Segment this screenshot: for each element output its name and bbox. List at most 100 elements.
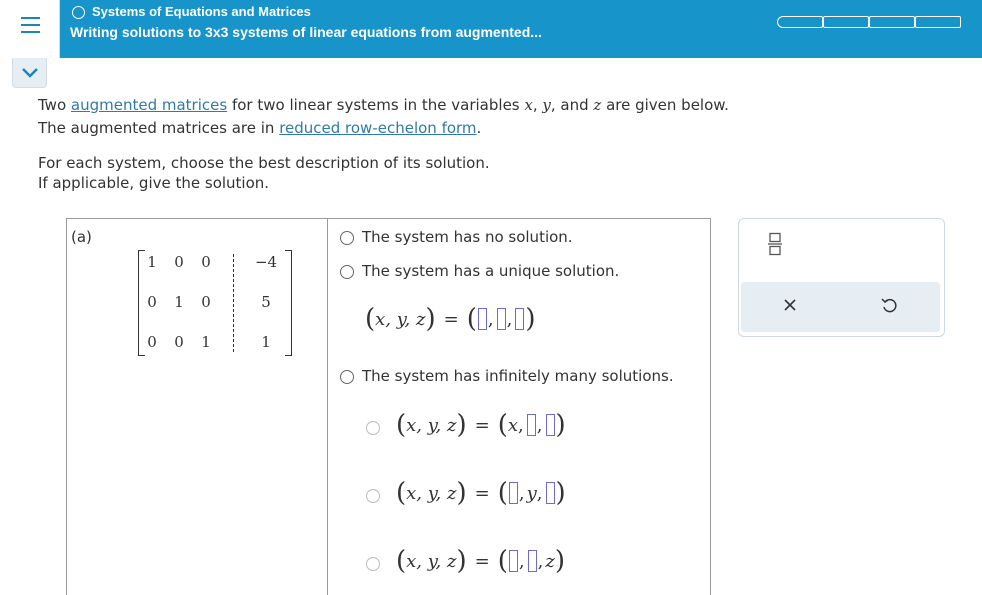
comma: ,: [536, 414, 543, 436]
menu-button[interactable]: [0, 0, 60, 58]
unique-x-input[interactable]: [477, 308, 487, 330]
radio-infinite-solutions[interactable]: [340, 370, 354, 384]
infinite-y-free-x-input[interactable]: [508, 482, 518, 504]
paren: (: [497, 478, 508, 508]
progress-segment: [869, 16, 915, 28]
paren: ): [456, 546, 467, 576]
text: Two: [38, 96, 71, 114]
infinite-x-free-z-input[interactable]: [545, 414, 555, 436]
problem-line-2: The augmented matrices are in reduced ro…: [38, 119, 481, 137]
matrix-cell: 0: [174, 253, 184, 271]
undo-icon[interactable]: [880, 296, 898, 318]
matrix-cell: 0: [174, 333, 184, 351]
paren: (: [396, 410, 407, 440]
topic-circle-icon: [72, 6, 85, 19]
equals: =: [474, 550, 490, 572]
unique-y-input[interactable]: [496, 308, 506, 330]
var-y: y: [542, 96, 551, 114]
var-x: x: [524, 96, 533, 114]
infinite-y-free-z-input[interactable]: [545, 482, 555, 504]
fraction-icon[interactable]: [768, 232, 782, 260]
matrix-cell: 1: [147, 253, 157, 271]
paren: (: [497, 546, 508, 576]
progress-bar: [777, 16, 961, 28]
radio-unique-solution[interactable]: [340, 265, 354, 279]
menu-icon: [21, 24, 40, 26]
augment-line: [233, 254, 234, 352]
part-label: (a): [71, 228, 92, 246]
unique-z-input[interactable]: [515, 308, 525, 330]
paren: ): [456, 478, 467, 508]
text: .: [476, 119, 482, 137]
text: ,: [532, 96, 543, 114]
comma: ,: [536, 482, 543, 504]
page-title: Writing solutions to 3x3 systems of line…: [70, 24, 542, 40]
radio-infinite-x-free[interactable]: [366, 421, 380, 435]
progress-segment: [777, 16, 823, 28]
comma: ,: [487, 308, 494, 330]
part-divider: [327, 218, 328, 595]
progress-segment: [915, 16, 961, 28]
radio-no-solution[interactable]: [340, 231, 354, 245]
rref-link[interactable]: reduced row-echelon form: [279, 119, 476, 137]
augmented-matrices-link[interactable]: augmented matrices: [71, 96, 227, 114]
lhs-vars: x, y, z: [406, 482, 457, 504]
lhs-vars: x, y, z: [406, 550, 457, 572]
tool-action-bar: [741, 282, 940, 332]
equals: =: [474, 414, 490, 436]
equals: =: [443, 308, 459, 330]
comma: ,: [518, 550, 525, 572]
paren: (: [365, 304, 376, 334]
infinite-z-free-expression: (x, y, z) = (,, z): [396, 548, 565, 574]
paren: ): [554, 546, 565, 576]
menu-icon: [21, 31, 40, 33]
comma: ,: [506, 308, 513, 330]
comma: ,: [518, 414, 524, 436]
infinite-x-free-expression: (x, y, z) = (x,,): [396, 412, 566, 438]
matrix-cell: −4: [254, 253, 278, 271]
matrix-cell: 1: [261, 333, 271, 351]
infinite-z-free-y-input[interactable]: [527, 550, 537, 572]
chevron-down-icon: [22, 68, 38, 78]
infinite-x-free-y-input[interactable]: [526, 414, 536, 436]
radio-infinite-z-free[interactable]: [366, 557, 380, 571]
menu-icon: [21, 17, 40, 19]
progress-segment: [823, 16, 869, 28]
matrix-cell: 0: [147, 333, 157, 351]
collapse-button[interactable]: [12, 58, 47, 88]
matrix-cell: 1: [174, 293, 184, 311]
lhs-vars: x, y, z: [375, 308, 426, 330]
matrix-cell: 0: [201, 253, 211, 271]
comma: ,: [537, 550, 544, 572]
right-bracket: [285, 250, 292, 356]
infinite-y-free-expression: (x, y, z) = (, y,): [396, 480, 566, 506]
equals: =: [474, 482, 490, 504]
var-z: z: [545, 550, 555, 572]
problem-line-4: If applicable, give the solution.: [38, 174, 270, 192]
topic-title: Systems of Equations and Matrices: [92, 4, 311, 19]
text: , and: [550, 96, 594, 114]
text: are given below.: [601, 96, 729, 114]
var-x: x: [507, 414, 519, 436]
comma: ,: [518, 482, 525, 504]
paren: (: [466, 304, 477, 334]
radio-infinite-y-free[interactable]: [366, 489, 380, 503]
option-no-solution-label: The system has no solution.: [362, 228, 573, 246]
option-unique-solution-label: The system has a unique solution.: [362, 262, 620, 280]
augmented-matrix: 1 0 0 −4 0 1 0 5 0 0 1 1: [138, 250, 292, 356]
var-y: y: [526, 482, 537, 504]
matrix-cell: 1: [201, 333, 211, 351]
problem-line-3: For each system, choose the best descrip…: [38, 154, 490, 172]
x-icon[interactable]: [782, 297, 798, 317]
matrix-cell: 0: [147, 293, 157, 311]
paren: ): [425, 304, 436, 334]
unique-solution-expression: (x, y, z) = (,,): [365, 306, 536, 332]
lhs-vars: x, y, z: [406, 414, 457, 436]
paren: ): [456, 410, 467, 440]
text: The augmented matrices are in: [38, 119, 280, 137]
infinite-z-free-x-input[interactable]: [508, 550, 518, 572]
paren: (: [396, 546, 407, 576]
problem-line-1: Two augmented matrices for two linear sy…: [38, 96, 729, 114]
matrix-cell: 0: [201, 293, 211, 311]
paren: (: [497, 410, 508, 440]
